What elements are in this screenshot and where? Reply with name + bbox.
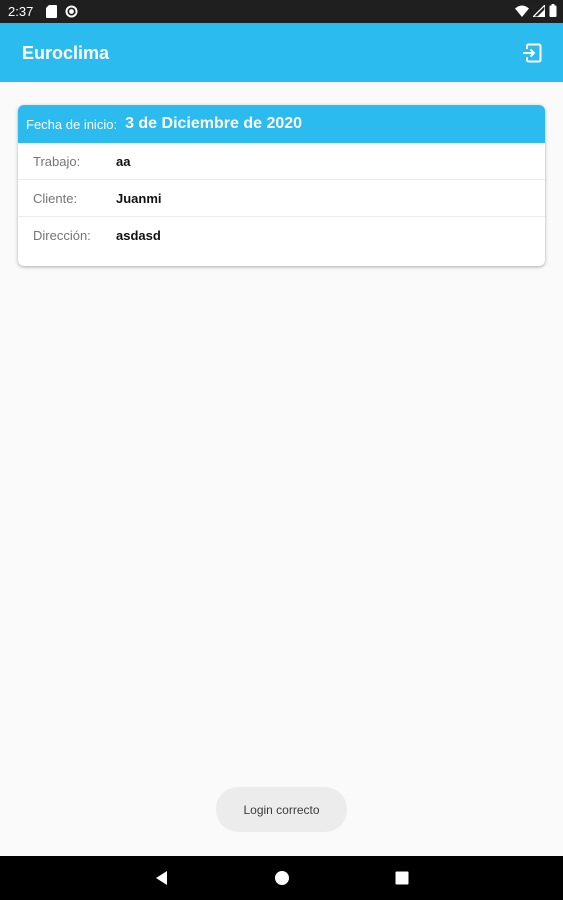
card-row-trabajo: Trabajo: aa <box>18 143 545 180</box>
start-date-label: Fecha de inicio: <box>26 116 118 132</box>
navigation-bar <box>0 856 563 900</box>
cell-signal-icon <box>531 2 546 20</box>
job-card[interactable]: Fecha de inicio: 3 de Diciembre de 2020 … <box>18 105 545 266</box>
sd-card-icon <box>46 5 57 21</box>
row-value: aa <box>116 153 131 169</box>
app-bar: Euroclima <box>0 23 563 82</box>
toast-message: Login correcto <box>216 787 347 832</box>
wifi-icon <box>515 5 529 20</box>
status-time: 2:37 <box>8 4 34 19</box>
row-value: Juanmi <box>116 190 162 206</box>
logout-icon <box>523 43 542 63</box>
row-label: Dirección: <box>33 227 91 243</box>
back-icon <box>156 871 167 885</box>
card-header: Fecha de inicio: 3 de Diciembre de 2020 <box>18 105 545 143</box>
card-row-direccion: Dirección: asdasd <box>18 217 545 253</box>
status-left-icons <box>46 5 78 21</box>
card-row-cliente: Cliente: Juanmi <box>18 180 545 217</box>
start-date-value: 3 de Diciembre de 2020 <box>125 115 303 132</box>
recents-button[interactable] <box>392 868 412 888</box>
row-value: asdasd <box>116 227 161 243</box>
home-button[interactable] <box>272 868 292 888</box>
at-sign-icon <box>65 5 78 21</box>
battery-icon <box>549 4 557 20</box>
home-icon <box>275 871 289 885</box>
row-label: Trabajo: <box>33 153 81 169</box>
status-bar: 2:37 <box>0 0 563 23</box>
recents-icon <box>395 871 409 885</box>
screen: 2:37 Euroclima Fecha de inicio: 3 de Dic… <box>0 0 563 900</box>
row-label: Cliente: <box>33 190 78 206</box>
back-button[interactable] <box>152 868 172 888</box>
status-right-icons <box>515 2 557 20</box>
app-title: Euroclima <box>22 43 110 63</box>
logout-button[interactable] <box>521 42 543 64</box>
